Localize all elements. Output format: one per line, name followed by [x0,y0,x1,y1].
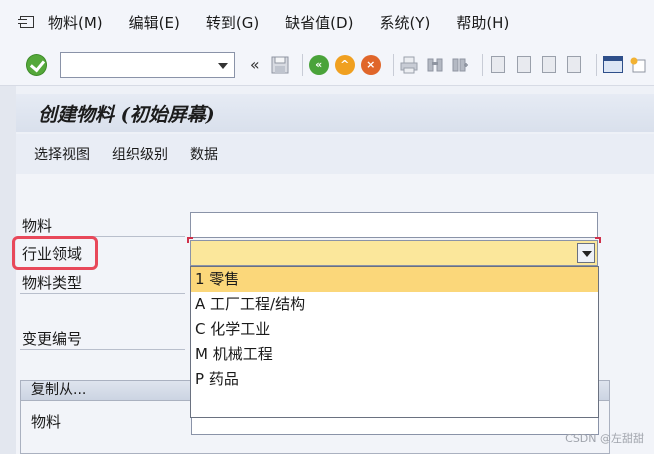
print-icon[interactable] [400,55,419,75]
standard-toolbar: « « ^ × [0,44,654,86]
highlight-box [12,236,98,270]
find-icon[interactable] [425,55,444,75]
industry-sector-dropdown: 1 零售 A 工厂工程/结构 C 化学工业 M 机械工程 P 药品 [190,266,599,418]
label-underline [20,293,185,294]
save-icon[interactable] [270,55,289,75]
toolbar-separator [392,53,394,76]
change-number-label: 变更编号 [22,330,83,348]
shortcut-icon[interactable] [629,55,648,75]
menu-help[interactable]: 帮助(H) [456,12,509,33]
next-page-icon[interactable] [539,55,558,75]
find-next-icon[interactable] [450,55,469,75]
first-page-icon[interactable] [489,55,508,75]
material-label: 物料 [22,217,53,235]
toolbar-separator [481,53,483,76]
dropdown-option-plant-engineering[interactable]: A 工厂工程/结构 [191,292,598,317]
copy-material-label: 物料 [31,413,62,431]
chevron-down-icon[interactable] [577,243,595,263]
left-border-strip [0,86,16,454]
label-underline [20,349,185,350]
previous-page-icon[interactable] [514,55,533,75]
layout-icon[interactable] [602,55,623,75]
toolbar-separator [301,53,303,76]
menu-edit[interactable]: 编辑(E) [129,12,180,33]
focus-corner [595,237,601,243]
material-type-label: 物料类型 [22,274,83,292]
application-toolbar: 选择视图 组织级别 数据 [16,134,654,174]
back-icon[interactable]: « [308,54,329,75]
material-input[interactable] [190,212,598,238]
page-title: 创建物料 (初始屏幕) [38,103,215,126]
dropdown-option-retail[interactable]: 1 零售 [191,267,598,292]
menu-bar: 物料(M) 编辑(E) 转到(G) 缺省值(D) 系统(Y) 帮助(H) [0,0,654,44]
cancel-icon[interactable]: × [360,54,381,75]
industry-sector-combobox[interactable] [190,240,598,266]
select-views-button[interactable]: 选择视图 [34,144,90,164]
dropdown-option-chemical[interactable]: C 化学工业 [191,317,598,342]
double-chevron-left-icon[interactable]: « [245,55,264,75]
enter-icon[interactable] [26,53,48,76]
data-button[interactable]: 数据 [190,144,218,164]
system-menu-icon[interactable] [18,15,34,29]
dropdown-option-pharma[interactable]: P 药品 [191,367,598,392]
exit-icon[interactable]: ^ [334,54,355,75]
title-bar: 创建物料 (初始屏幕) [16,94,654,132]
menu-goto[interactable]: 转到(G) [206,12,259,33]
menu-material[interactable]: 物料(M) [48,12,103,33]
last-page-icon[interactable] [565,55,584,75]
org-levels-button[interactable]: 组织级别 [112,144,168,164]
chevron-down-icon[interactable] [218,62,229,69]
menu-system[interactable]: 系统(Y) [379,12,430,33]
focus-corner [187,237,193,243]
dropdown-option-mechanical[interactable]: M 机械工程 [191,342,598,367]
command-field[interactable] [60,51,236,78]
toolbar-separator [595,53,597,76]
menu-defaults[interactable]: 缺省值(D) [285,12,353,33]
watermark: CSDN @左甜甜 [565,432,644,445]
